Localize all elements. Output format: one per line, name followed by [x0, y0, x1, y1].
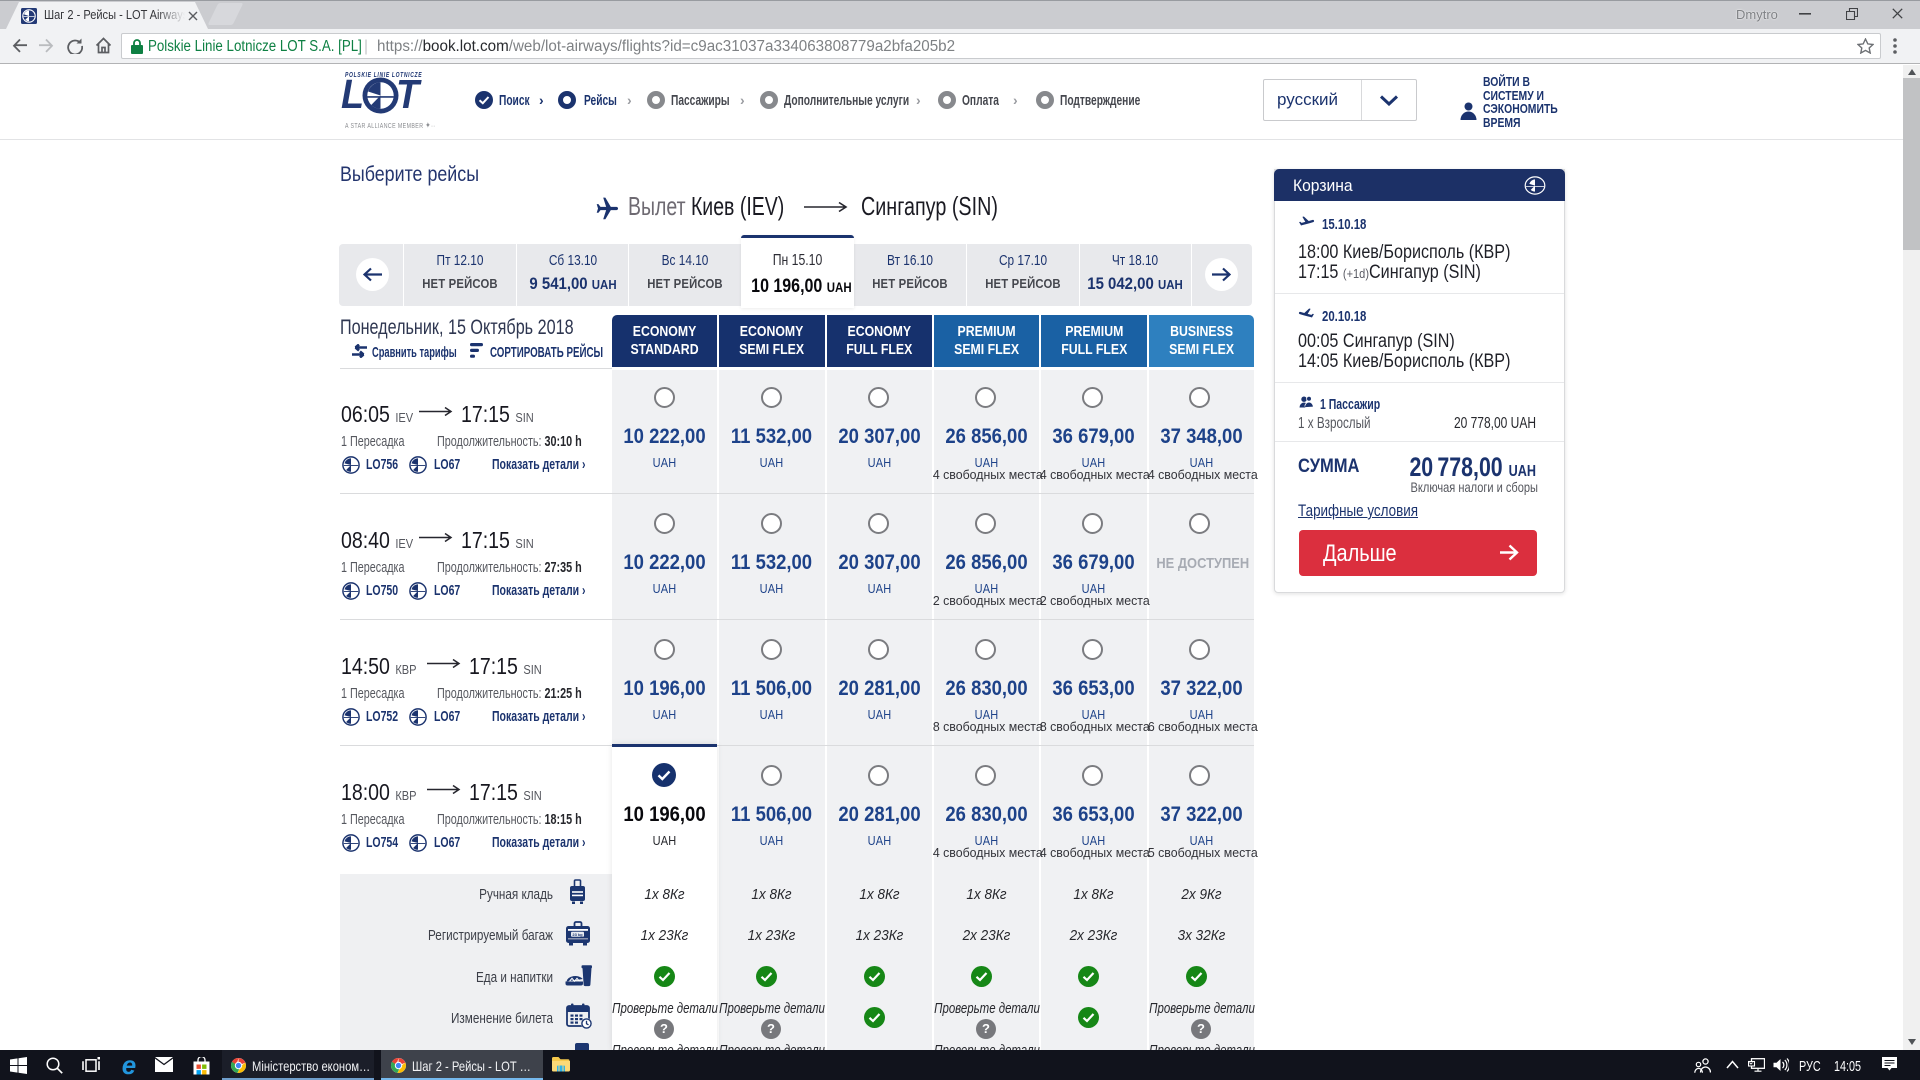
svg-text:23 kg: 23 kg [572, 932, 583, 937]
